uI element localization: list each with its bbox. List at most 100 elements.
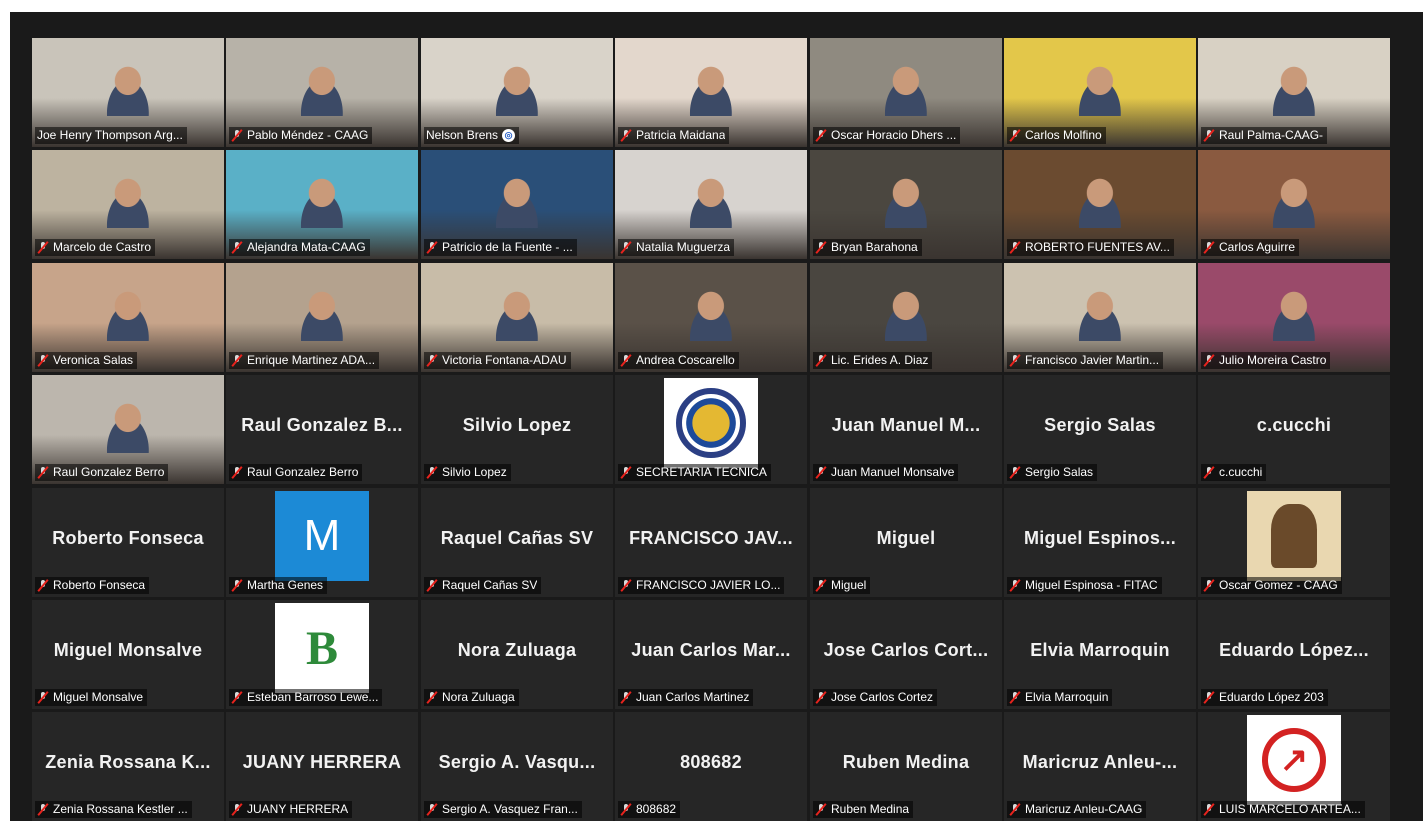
participant-name-label: Elvia Marroquin — [1007, 689, 1113, 706]
participant-name-label: Raul Gonzalez Berro — [229, 464, 363, 481]
mic-muted-icon — [231, 691, 243, 704]
mic-muted-icon — [620, 579, 632, 592]
participant-name-label: Silvio Lopez — [424, 464, 511, 481]
participant-tile[interactable]: Roberto Fonseca Roberto Fonseca — [32, 488, 224, 597]
participant-name: Marcelo de Castro — [53, 240, 152, 254]
participant-silhouette — [1261, 173, 1327, 229]
participant-silhouette — [289, 286, 355, 342]
mic-muted-icon — [620, 803, 632, 816]
participant-name-label: Esteban Barroso Lewe... — [229, 689, 383, 706]
participant-name-label: Roberto Fonseca — [35, 577, 150, 594]
participant-tile[interactable]: Joe Henry Thompson Arg... — [32, 38, 224, 147]
mic-muted-icon — [1203, 691, 1215, 704]
participant-tile[interactable]: FRANCISCO JAV... FRANCISCO JAVIER LO... — [615, 488, 807, 597]
participant-silhouette — [1067, 61, 1133, 117]
participant-tile[interactable]: Elvia Marroquin Elvia Marroquin — [1004, 600, 1196, 709]
participant-tile[interactable]: Sergio Salas Sergio Salas — [1004, 375, 1196, 484]
participant-name-label: Maricruz Anleu-CAAG — [1007, 801, 1147, 818]
participant-silhouette — [873, 61, 939, 117]
participant-tile[interactable]: Bryan Barahona — [810, 150, 1002, 259]
mic-muted-icon — [231, 354, 243, 367]
participant-tile[interactable]: Alejandra Mata-CAAG — [226, 150, 418, 259]
participant-name-label: Martha Genes — [229, 577, 328, 594]
participant-tile[interactable]: Ruben Medina Ruben Medina — [810, 712, 1002, 821]
participant-tile[interactable]: Patricia Maidana — [615, 38, 807, 147]
participant-name-label: Miguel Monsalve — [35, 689, 148, 706]
participant-tile[interactable]: Carlos Aguirre — [1198, 150, 1390, 259]
mic-muted-icon — [1203, 803, 1215, 816]
participant-tile[interactable]: Sergio A. Vasqu... Sergio A. Vasquez Fran… — [421, 712, 613, 821]
participant-name: Zenia Rossana Kestler ... — [53, 802, 188, 816]
participant-tile[interactable]: Maricruz Anleu-... Maricruz Anleu-CAAG — [1004, 712, 1196, 821]
participant-name: Veronica Salas — [53, 353, 134, 367]
participant-tile[interactable]: Natalia Muguerza — [615, 150, 807, 259]
participant-name: Esteban Barroso Lewe... — [247, 690, 379, 704]
participant-tile[interactable]: Nelson Brens ◎ — [421, 38, 613, 147]
participant-tile[interactable]: M Martha Genes — [226, 488, 418, 597]
participant-name-label: Natalia Muguerza — [618, 239, 735, 256]
participant-tile[interactable]: Miguel Miguel — [810, 488, 1002, 597]
mic-muted-icon — [1203, 579, 1215, 592]
participant-name-label: Francisco Javier Martin... — [1007, 352, 1164, 369]
mic-muted-icon — [231, 579, 243, 592]
participant-tile[interactable]: Nora Zuluaga Nora Zuluaga — [421, 600, 613, 709]
participant-tile[interactable]: Julio Moreira Castro — [1198, 263, 1390, 372]
participant-tile[interactable]: Zenia Rossana K... Zenia Rossana Kestler … — [32, 712, 224, 821]
participant-tile[interactable]: Marcelo de Castro — [32, 150, 224, 259]
participant-name: Eduardo López 203 — [1219, 690, 1324, 704]
participant-tile[interactable]: Juan Carlos Mar... Juan Carlos Martinez — [615, 600, 807, 709]
participant-tile[interactable]: Miguel Monsalve Miguel Monsalve — [32, 600, 224, 709]
participant-tile[interactable]: Enrique Martinez ADA... — [226, 263, 418, 372]
participant-name: 808682 — [636, 802, 677, 816]
participant-tile[interactable]: 808682 808682 — [615, 712, 807, 821]
participant-avatar-logo: ↗ — [1247, 715, 1341, 805]
mic-muted-icon — [620, 466, 632, 479]
participant-tile[interactable]: Andrea Coscarello — [615, 263, 807, 372]
mic-muted-icon — [620, 691, 632, 704]
participant-tile[interactable]: Patricio de la Fuente - ... — [421, 150, 613, 259]
participant-tile[interactable]: Oscar Horacio Dhers ... — [810, 38, 1002, 147]
logo-letter: B — [305, 621, 338, 675]
participant-tile[interactable]: Pablo Méndez - CAAG — [226, 38, 418, 147]
mic-muted-icon — [1009, 354, 1021, 367]
participant-name: Raquel Cañas SV — [442, 578, 538, 592]
participant-tile[interactable]: Francisco Javier Martin... — [1004, 263, 1196, 372]
participant-tile[interactable]: ↗ LUIS MARCELO ARTEA... — [1198, 712, 1390, 821]
participant-tile[interactable]: c.cucchi c.cucchi — [1198, 375, 1390, 484]
participant-tile[interactable]: Eduardo López... Eduardo López 203 — [1198, 600, 1390, 709]
participant-tile[interactable]: B Esteban Barroso Lewe... — [226, 600, 418, 709]
participant-tile[interactable]: Lic. Erides A. Diaz — [810, 263, 1002, 372]
mic-muted-icon — [426, 354, 438, 367]
participant-name: Ruben Medina — [831, 802, 910, 816]
participant-tile[interactable]: SECRETARIA TECNICA — [615, 375, 807, 484]
participant-tile[interactable]: Victoria Fontana-ADAU — [421, 263, 613, 372]
participant-silhouette — [95, 286, 161, 342]
participant-name: LUIS MARCELO ARTEA... — [1219, 802, 1361, 816]
mic-muted-icon — [1203, 466, 1215, 479]
mic-muted-icon — [37, 691, 49, 704]
participant-name-label: Miguel Espinosa - FITAC — [1007, 577, 1162, 594]
mic-muted-icon — [1203, 241, 1215, 254]
participant-tile[interactable]: Raquel Cañas SV Raquel Cañas SV — [421, 488, 613, 597]
participant-tile[interactable]: Jose Carlos Cort... Jose Carlos Cortez — [810, 600, 1002, 709]
participant-tile[interactable]: Oscar Gomez - CAAG — [1198, 488, 1390, 597]
participant-name: Nelson Brens — [426, 128, 499, 142]
participant-tile[interactable]: Raul Gonzalez B... Raul Gonzalez Berro — [226, 375, 418, 484]
participant-silhouette — [678, 61, 744, 117]
participant-grid: Joe Henry Thompson Arg... Pablo Méndez - … — [32, 38, 1398, 826]
participant-tile[interactable]: Juan Manuel M... Juan Manuel Monsalve — [810, 375, 1002, 484]
participant-tile[interactable]: JUANY HERRERA JUANY HERRERA — [226, 712, 418, 821]
participant-name-label: c.cucchi — [1201, 464, 1267, 481]
participant-display-name: Maricruz Anleu-... — [1022, 752, 1178, 772]
participant-name: Sergio Salas — [1025, 465, 1094, 479]
participant-tile[interactable]: Silvio Lopez Silvio Lopez — [421, 375, 613, 484]
participant-tile[interactable]: ROBERTO FUENTES AV... — [1004, 150, 1196, 259]
participant-silhouette — [95, 61, 161, 117]
participant-tile[interactable]: Raul Gonzalez Berro — [32, 375, 224, 484]
participant-name: Raul Gonzalez Berro — [247, 465, 359, 479]
participant-tile[interactable]: Raul Palma-CAAG- — [1198, 38, 1390, 147]
participant-tile[interactable]: Veronica Salas — [32, 263, 224, 372]
participant-tile[interactable]: Carlos Molfino — [1004, 38, 1196, 147]
participant-display-name: Ruben Medina — [842, 752, 970, 772]
participant-tile[interactable]: Miguel Espinos... Miguel Espinosa - FITAC — [1004, 488, 1196, 597]
